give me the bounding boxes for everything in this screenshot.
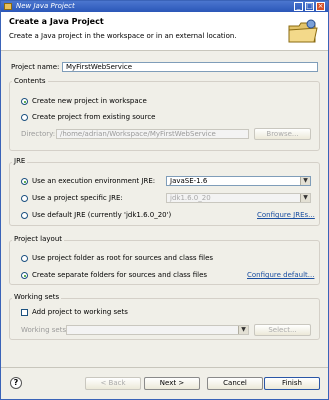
title-bar: New Java Project _ □ × [1,1,328,12]
project-name-field[interactable]: MyFirstWebService [62,62,318,72]
browse-button[interactable]: Browse... [254,128,311,140]
existing-source-label: Create project from existing source [32,113,156,121]
close-button[interactable]: × [316,2,325,11]
separate-folders-label: Create separate folders for sources and … [32,271,208,279]
cancel-button[interactable]: Cancel [207,377,263,390]
specific-jre-label: Use a project specific JRE: [32,194,123,202]
add-working-sets-label: Add project to working sets [32,308,128,316]
project-name-label: Project name: [11,63,60,71]
working-sets-group-title: Working sets [12,293,62,302]
header-banner: Create a Java Project Create a Java proj… [1,12,328,51]
separate-folders-radio[interactable] [21,272,28,279]
app-icon [4,3,12,10]
exec-env-value: JavaSE-1.6 [170,177,208,185]
new-project-radio[interactable] [21,98,28,105]
specific-jre-value: jdk1.6.0_20 [170,194,211,202]
maximize-button[interactable]: □ [305,2,314,11]
chevron-down-icon: ▼ [238,326,248,334]
directory-label: Directory: [21,130,56,138]
working-sets-combo[interactable]: ▼ [66,325,249,335]
contents-group-title: Contents [12,77,48,86]
working-sets-label: Working sets: [21,326,69,334]
dialog-window: New Java Project _ □ × Create a Java Pro… [0,0,329,400]
configure-default-link[interactable]: Configure default... [247,271,314,280]
window-title: New Java Project [16,2,75,10]
configure-jres-link[interactable]: Configure JREs... [257,211,315,220]
exec-env-combo[interactable]: JavaSE-1.6 ▼ [166,176,311,186]
existing-source-radio[interactable] [21,114,28,121]
header-title: Create a Java Project [9,17,104,26]
default-jre-radio[interactable] [21,212,28,219]
add-working-sets-checkbox[interactable] [21,309,28,316]
root-folder-radio[interactable] [21,255,28,262]
new-project-label: Create new project in workspace [32,97,147,105]
exec-env-radio[interactable] [21,178,28,185]
project-layout-group-title: Project layout [12,235,65,244]
finish-button[interactable]: Finish [264,377,320,390]
exec-env-label: Use an execution environment JRE: [32,177,156,185]
jre-group-title: JRE [12,157,28,166]
header-description: Create a Java project in the workspace o… [9,32,237,40]
next-button[interactable]: Next > [144,377,200,390]
minimize-button[interactable]: _ [294,2,303,11]
chevron-down-icon: ▼ [300,177,310,185]
directory-field[interactable]: /home/adrian/Workspace/MyFirstWebService [56,129,249,139]
select-working-sets-button[interactable]: Select... [254,324,311,336]
default-jre-label: Use default JRE (currently 'jdk1.6.0_20'… [32,211,172,219]
root-folder-label: Use project folder as root for sources a… [32,254,214,262]
footer-separator [1,367,328,368]
help-icon[interactable]: ? [10,377,22,389]
specific-jre-combo[interactable]: jdk1.6.0_20 ▼ [166,193,311,203]
chevron-down-icon: ▼ [300,194,310,202]
back-button[interactable]: < Back [85,377,141,390]
new-project-wizard-icon [288,19,318,43]
specific-jre-radio[interactable] [21,195,28,202]
